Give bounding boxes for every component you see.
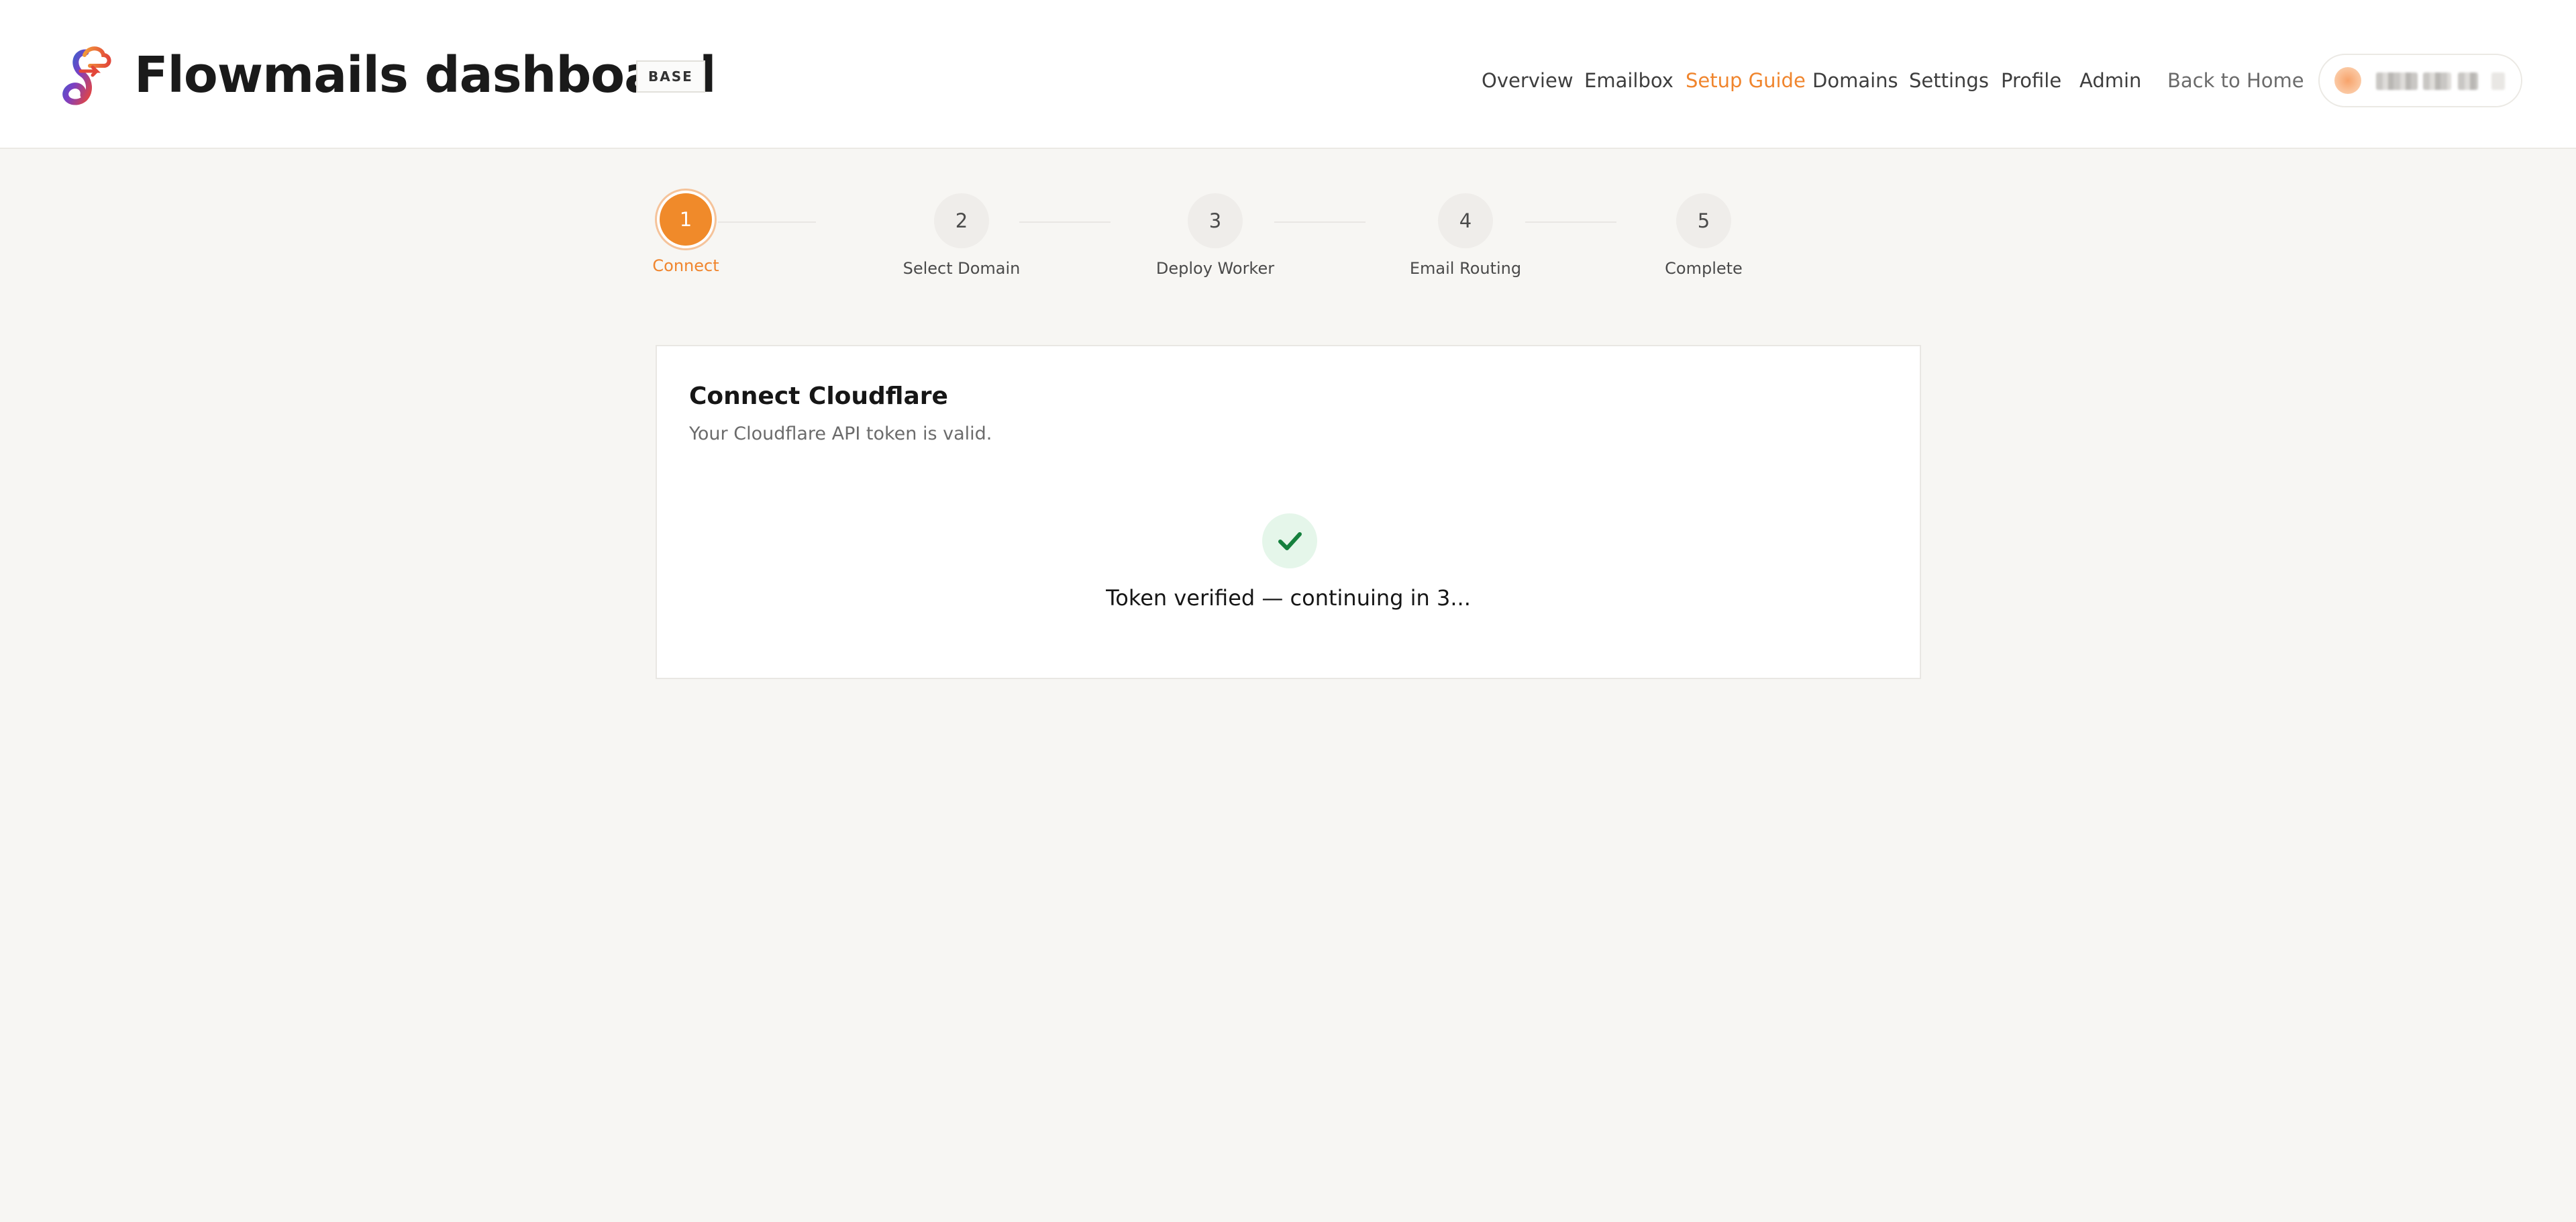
nav-emailbox[interactable]: Emailbox: [1584, 66, 1673, 95]
step-number: 2: [934, 193, 989, 248]
step-label: Deploy Worker: [1155, 259, 1275, 278]
nav-profile[interactable]: Profile: [2001, 66, 2061, 95]
nav-admin[interactable]: Admin: [2079, 66, 2141, 95]
step-number: 3: [1188, 193, 1243, 248]
step-complete[interactable]: 5 Complete: [1603, 193, 1804, 278]
step-label: Select Domain: [903, 259, 1021, 278]
app-title: Flowmails dashboard: [134, 46, 717, 104]
connect-cloudflare-card: Connect Cloudflare Your Cloudflare API t…: [656, 345, 1921, 679]
top-header: Flowmails dashboard BASE Overview Emailb…: [0, 0, 2576, 149]
nav-settings[interactable]: Settings: [1909, 66, 1989, 95]
step-label: Complete: [1665, 259, 1743, 278]
step-email-routing[interactable]: 4 Email Routing: [1365, 193, 1566, 278]
verification-status: Token verified — continuing in 3...: [1106, 585, 1471, 611]
plan-badge: BASE: [636, 60, 705, 93]
step-connect[interactable]: 1 Connect: [585, 193, 786, 275]
nav-setup-guide[interactable]: Setup Guide: [1686, 66, 1806, 95]
flowmails-logo-icon[interactable]: [54, 43, 114, 107]
step-label: Email Routing: [1409, 259, 1522, 278]
redacted-username: [2458, 72, 2478, 90]
check-icon: [1278, 532, 1302, 550]
status-check-badge: [1262, 513, 1317, 568]
redacted-username: [2376, 72, 2418, 90]
user-menu-button[interactable]: [2318, 54, 2522, 107]
nav-overview[interactable]: Overview: [1482, 66, 1574, 95]
redacted-username: [2423, 72, 2451, 90]
step-deploy-worker[interactable]: 3 Deploy Worker: [1115, 193, 1316, 278]
avatar: [2334, 67, 2361, 94]
step-label: Connect: [652, 256, 719, 275]
step-number: 5: [1676, 193, 1731, 248]
nav-domains[interactable]: Domains: [1812, 66, 1898, 95]
nav-back-to-home[interactable]: Back to Home: [2167, 66, 2304, 95]
redacted-username: [2491, 72, 2505, 90]
card-subtitle: Your Cloudflare API token is valid.: [689, 423, 992, 444]
card-title: Connect Cloudflare: [689, 383, 948, 410]
step-number: 1: [660, 193, 712, 246]
step-select-domain[interactable]: 2 Select Domain: [861, 193, 1062, 278]
step-number: 4: [1438, 193, 1493, 248]
